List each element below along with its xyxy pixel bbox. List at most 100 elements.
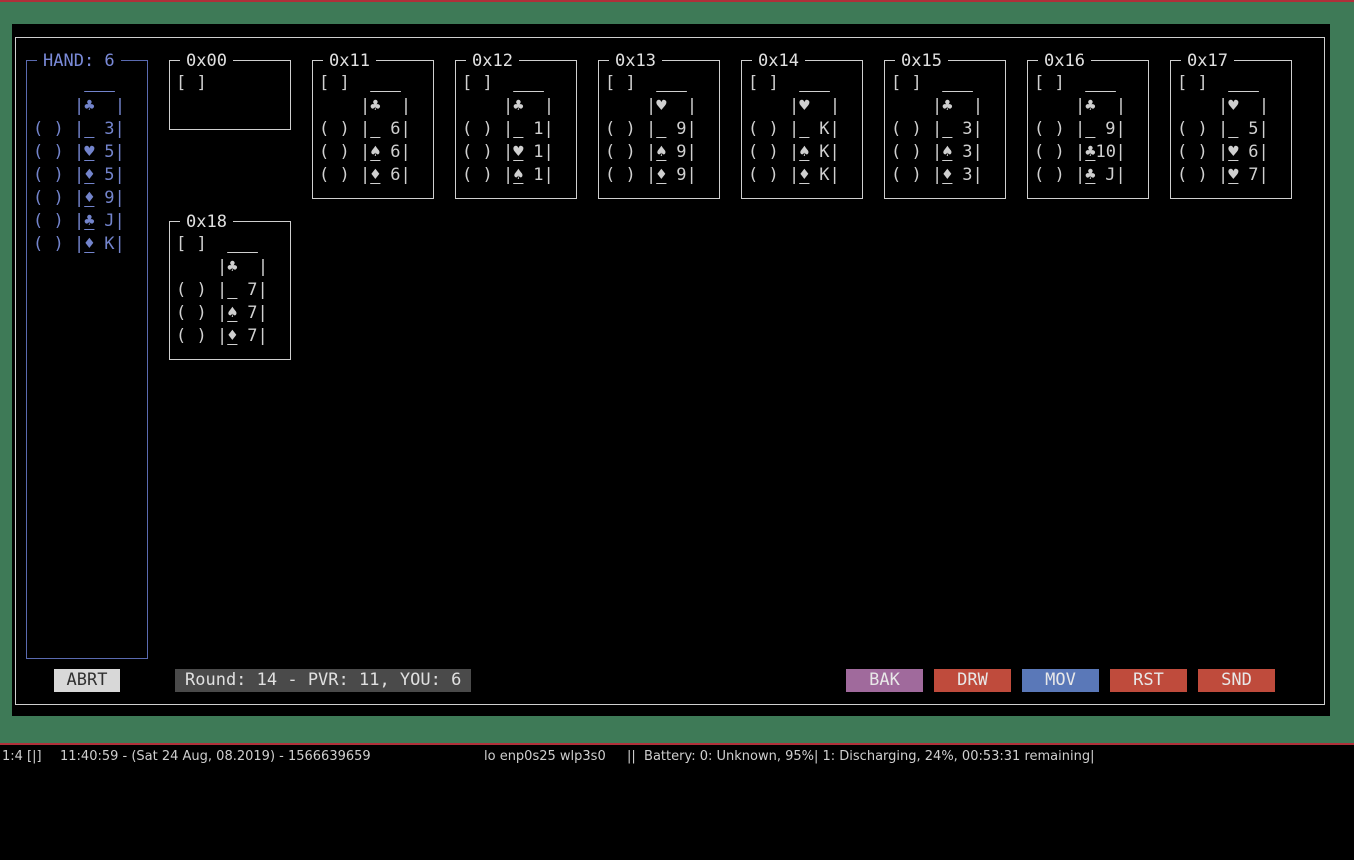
- card-top-edge: [942, 73, 973, 93]
- card-checkbox[interactable]: ( ): [33, 234, 64, 254]
- card-checkbox[interactable]: ( ): [319, 119, 350, 139]
- pile-0x00[interactable]: 0x00[ ]: [169, 51, 291, 130]
- card-checkbox[interactable]: ( ): [33, 119, 64, 139]
- card-checkbox[interactable]: ( ): [33, 165, 64, 185]
- card-suit: [370, 119, 380, 139]
- pile-0x18[interactable]: 0x18[ ] |♣ |( ) | 7|( ) |♠ 7|( ) |♦ 7|: [169, 212, 291, 360]
- card-face[interactable]: ♠ 1: [513, 165, 543, 185]
- card-row: ( ) |♣10|: [1034, 142, 1126, 162]
- card-checkbox[interactable]: ( ): [891, 142, 922, 162]
- card-checkbox[interactable]: ( ): [319, 165, 350, 185]
- card-face[interactable]: 7: [227, 280, 257, 300]
- card-suit: ♦: [84, 234, 95, 254]
- card-row: ( ) |♥ 6|: [1177, 142, 1269, 162]
- card-top-row: [748, 72, 830, 95]
- card-checkbox[interactable]: ( ): [462, 165, 493, 185]
- card-face[interactable]: ♥ 1: [513, 142, 543, 162]
- card-checkbox[interactable]: ( ): [319, 142, 350, 162]
- card-rank: K: [104, 234, 115, 254]
- card-checkbox[interactable]: ( ): [176, 280, 207, 300]
- card-face[interactable]: ♥ 6: [1228, 142, 1258, 162]
- card-face[interactable]: ♠ 7: [227, 303, 257, 323]
- card-suit: ♠: [370, 142, 381, 162]
- pile-select-checkbox[interactable]: [ ]: [176, 72, 207, 95]
- card-face[interactable]: ♠ 6: [370, 142, 400, 162]
- pile-0x12[interactable]: 0x12[ ] |♣ |( ) | 1|( ) |♥ 1|( ) |♠ 1|: [455, 51, 577, 199]
- card-face[interactable]: 5: [1228, 119, 1258, 139]
- card-checkbox[interactable]: ( ): [176, 303, 207, 323]
- card-face[interactable]: ♦ 5: [84, 165, 114, 185]
- card-checkbox[interactable]: ( ): [33, 211, 64, 231]
- hand-title: HAND: 6: [37, 51, 121, 71]
- card-suit: ♥: [84, 142, 95, 162]
- card-face[interactable]: ♦ 9: [84, 188, 114, 208]
- card-face[interactable]: ♠ 9: [656, 142, 686, 162]
- card-top-suit: ♣: [942, 96, 953, 116]
- card-checkbox[interactable]: ( ): [891, 119, 922, 139]
- pile-title: 0x15: [895, 51, 948, 71]
- card-checkbox[interactable]: ( ): [462, 142, 493, 162]
- card-rank: 1: [533, 119, 544, 139]
- pile-0x13[interactable]: 0x13[ ] |♥ |( ) | 9|( ) |♠ 9|( ) |♦ 9|: [598, 51, 720, 199]
- pile-0x16[interactable]: 0x16[ ] |♣ |( ) | 9|( ) |♣10|( ) |♣ J|: [1027, 51, 1149, 199]
- pile-0x14[interactable]: 0x14[ ] |♥ |( ) | K|( ) |♠ K|( ) |♦ K|: [741, 51, 863, 199]
- back-button[interactable]: BAK: [846, 669, 923, 692]
- card-rank: 10: [1095, 142, 1116, 162]
- card-checkbox[interactable]: ( ): [748, 119, 779, 139]
- card-rank: 9: [676, 165, 687, 185]
- card-face[interactable]: ♣ J: [84, 211, 114, 231]
- pile-0x15[interactable]: 0x15[ ] |♣ |( ) | 3|( ) |♠ 3|( ) |♦ 3|: [884, 51, 1006, 199]
- card-face[interactable]: ♦ K: [799, 165, 829, 185]
- card-checkbox[interactable]: ( ): [605, 119, 636, 139]
- card-face[interactable]: ♦ 3: [942, 165, 972, 185]
- card-rank: 9: [676, 119, 687, 139]
- card-top-suit: ♣: [84, 96, 95, 116]
- card-checkbox[interactable]: ( ): [176, 326, 207, 346]
- card-face[interactable]: 9: [656, 119, 686, 139]
- card-face[interactable]: ♠ K: [799, 142, 829, 162]
- card-checkbox[interactable]: ( ): [33, 188, 64, 208]
- card-checkbox[interactable]: ( ): [1177, 165, 1208, 185]
- card-face[interactable]: ♦ 6: [370, 165, 400, 185]
- pile-0x17[interactable]: 0x17[ ] |♥ |( ) | 5|( ) |♥ 6|( ) |♥ 7|: [1170, 51, 1292, 199]
- card-row: ( ) |♠ K|: [748, 142, 840, 162]
- card-face[interactable]: 1: [513, 119, 543, 139]
- card-face[interactable]: 3: [942, 119, 972, 139]
- card-face[interactable]: K: [799, 119, 829, 139]
- card-checkbox[interactable]: ( ): [605, 142, 636, 162]
- card-face[interactable]: ♦ 9: [656, 165, 686, 185]
- card-checkbox[interactable]: ( ): [605, 165, 636, 185]
- card-face[interactable]: ♥ 7: [1228, 165, 1258, 185]
- card-checkbox[interactable]: ( ): [462, 119, 493, 139]
- card-checkbox[interactable]: ( ): [748, 142, 779, 162]
- card-checkbox[interactable]: ( ): [1034, 119, 1065, 139]
- card-checkbox[interactable]: ( ): [748, 165, 779, 185]
- card-face[interactable]: 3: [84, 119, 114, 139]
- card-checkbox[interactable]: ( ): [33, 142, 64, 162]
- card-checkbox[interactable]: ( ): [1034, 142, 1065, 162]
- workspace-indicator[interactable]: 1:4 [|]: [2, 745, 42, 768]
- abort-button[interactable]: ABRT: [54, 669, 120, 692]
- card-suit: ♦: [227, 326, 238, 346]
- card-face[interactable]: ♣10: [1085, 142, 1116, 162]
- card-checkbox[interactable]: ( ): [1177, 119, 1208, 139]
- card-face[interactable]: 9: [1085, 119, 1115, 139]
- card-face[interactable]: 6: [370, 119, 400, 139]
- draw-button[interactable]: DRW: [934, 669, 1011, 692]
- card-suit: ♦: [942, 165, 953, 185]
- send-button[interactable]: SND: [1198, 669, 1275, 692]
- card-checkbox[interactable]: ( ): [1034, 165, 1065, 185]
- move-button[interactable]: MOV: [1022, 669, 1099, 692]
- card-top-suit: ♣: [513, 96, 524, 116]
- pile-0x11[interactable]: 0x11[ ] |♣ |( ) | 6|( ) |♠ 6|( ) |♦ 6|: [312, 51, 434, 199]
- card-face[interactable]: ♠ 3: [942, 142, 972, 162]
- card-face[interactable]: ♦ 7: [227, 326, 257, 346]
- card-rank: 5: [1248, 119, 1259, 139]
- reset-button[interactable]: RST: [1110, 669, 1187, 692]
- card-face[interactable]: ♣ J: [1085, 165, 1115, 185]
- card-checkbox[interactable]: ( ): [1177, 142, 1208, 162]
- card-face[interactable]: ♦ K: [84, 234, 114, 254]
- card-face[interactable]: ♥ 5: [84, 142, 114, 162]
- card-checkbox[interactable]: ( ): [891, 165, 922, 185]
- card-rank: 5: [104, 165, 115, 185]
